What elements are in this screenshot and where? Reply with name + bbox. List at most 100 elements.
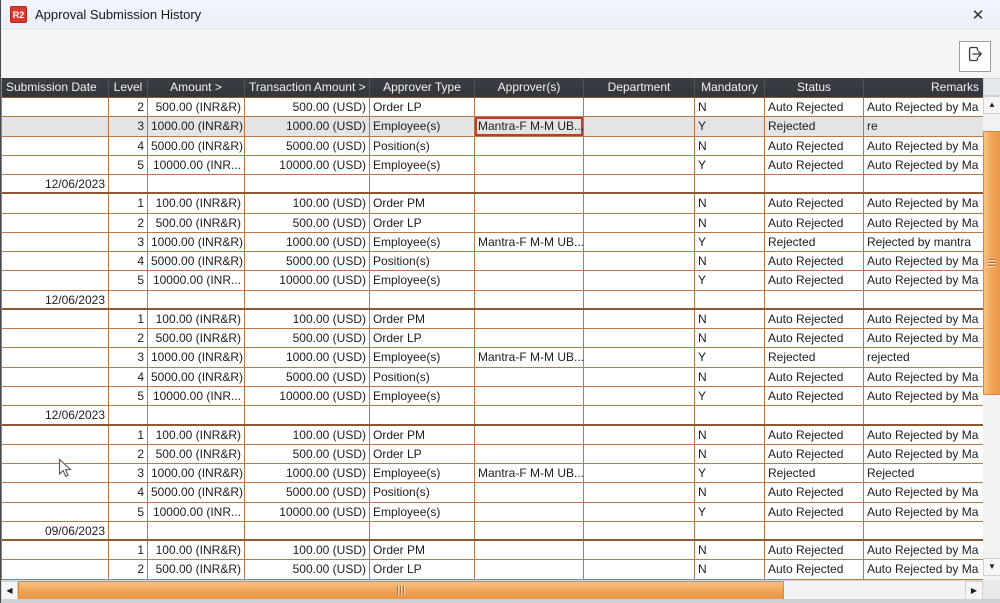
- cell-type[interactable]: Order LP: [370, 214, 475, 232]
- table-row[interactable]: 510000.00 (INR...10000.00 (USD)Employee(…: [2, 503, 983, 522]
- cell-txn[interactable]: 100.00 (USD): [245, 194, 370, 212]
- cell-type[interactable]: [370, 406, 475, 423]
- cell-date[interactable]: [2, 483, 109, 501]
- table-row[interactable]: 1100.00 (INR&R)100.00 (USD)Order PMNAuto…: [2, 194, 983, 213]
- cell-date[interactable]: [2, 98, 109, 116]
- cell-status[interactable]: Auto Rejected: [765, 329, 864, 347]
- cell-mandatory[interactable]: [695, 291, 765, 308]
- table-row[interactable]: 2500.00 (INR&R)500.00 (USD)Order LPNAuto…: [2, 98, 983, 117]
- cell-status[interactable]: Auto Rejected: [765, 368, 864, 386]
- cell-amount[interactable]: 10000.00 (INR...: [148, 387, 245, 405]
- cell-date[interactable]: [2, 445, 109, 463]
- cell-status[interactable]: Rejected: [765, 464, 864, 482]
- table-row[interactable]: 31000.00 (INR&R)1000.00 (USD)Employee(s)…: [2, 117, 983, 136]
- cell-txn[interactable]: 1000.00 (USD): [245, 348, 370, 366]
- cell-txn[interactable]: 10000.00 (USD): [245, 387, 370, 405]
- cell-mandatory[interactable]: Y: [695, 464, 765, 482]
- column-header-level[interactable]: Level: [109, 78, 148, 97]
- cell-status[interactable]: Auto Rejected: [765, 137, 864, 155]
- cell-amount[interactable]: 500.00 (INR&R): [148, 214, 245, 232]
- cell-date[interactable]: [2, 137, 109, 155]
- cell-remarks[interactable]: Auto Rejected by Ma: [864, 310, 983, 328]
- vertical-scroll-thumb[interactable]: [983, 131, 1000, 395]
- cell-txn[interactable]: 5000.00 (USD): [245, 137, 370, 155]
- cell-type[interactable]: Order PM: [370, 541, 475, 559]
- table-row[interactable]: 510000.00 (INR...10000.00 (USD)Employee(…: [2, 271, 983, 290]
- cell-amount[interactable]: 1000.00 (INR&R): [148, 233, 245, 251]
- vertical-scrollbar[interactable]: ▲ ▼: [983, 78, 1000, 580]
- cell-amount[interactable]: [148, 175, 245, 192]
- cell-dept[interactable]: [584, 406, 695, 423]
- column-header-mandatory[interactable]: Mandatory: [695, 78, 765, 97]
- cell-level[interactable]: 2: [109, 98, 148, 116]
- cell-dept[interactable]: [584, 503, 695, 521]
- cell-mandatory[interactable]: Y: [695, 348, 765, 366]
- date-row[interactable]: 12/06/2023: [2, 291, 983, 310]
- cell-level[interactable]: 3: [109, 464, 148, 482]
- cell-amount[interactable]: 10000.00 (INR...: [148, 156, 245, 174]
- cell-dept[interactable]: [584, 483, 695, 501]
- cell-level[interactable]: 4: [109, 483, 148, 501]
- table-row[interactable]: 1100.00 (INR&R)100.00 (USD)Order PMNAuto…: [2, 541, 983, 560]
- cell-level[interactable]: 1: [109, 194, 148, 212]
- cell-status[interactable]: Auto Rejected: [765, 214, 864, 232]
- cell-level[interactable]: 2: [109, 445, 148, 463]
- cell-txn[interactable]: 1000.00 (USD): [245, 464, 370, 482]
- cell-mandatory[interactable]: Y: [695, 117, 765, 135]
- cell-mandatory[interactable]: Y: [695, 503, 765, 521]
- cell-level[interactable]: 3: [109, 233, 148, 251]
- cell-level[interactable]: 2: [109, 329, 148, 347]
- cell-date[interactable]: 09/06/2023: [2, 522, 109, 539]
- cell-type[interactable]: Employee(s): [370, 503, 475, 521]
- cell-status[interactable]: Auto Rejected: [765, 560, 864, 578]
- cell-mandatory[interactable]: [695, 175, 765, 192]
- cell-dept[interactable]: [584, 137, 695, 155]
- cell-mandatory[interactable]: Y: [695, 233, 765, 251]
- cell-status[interactable]: Auto Rejected: [765, 541, 864, 559]
- horizontal-scroll-thumb[interactable]: [18, 581, 784, 600]
- cell-date[interactable]: [2, 348, 109, 366]
- cell-remarks[interactable]: re: [864, 117, 983, 135]
- cell-date[interactable]: 12/06/2023: [2, 291, 109, 308]
- cell-status[interactable]: Rejected: [765, 117, 864, 135]
- cell-status[interactable]: Auto Rejected: [765, 271, 864, 289]
- date-row[interactable]: 12/06/2023: [2, 175, 983, 194]
- cell-date[interactable]: [2, 252, 109, 270]
- cell-amount[interactable]: 10000.00 (INR...: [148, 503, 245, 521]
- cell-dept[interactable]: [584, 233, 695, 251]
- cell-level[interactable]: 2: [109, 560, 148, 578]
- cell-date[interactable]: [2, 368, 109, 386]
- cell-amount[interactable]: 500.00 (INR&R): [148, 560, 245, 578]
- table-row[interactable]: 31000.00 (INR&R)1000.00 (USD)Employee(s)…: [2, 464, 983, 483]
- cell-txn[interactable]: 10000.00 (USD): [245, 156, 370, 174]
- cell-date[interactable]: 12/06/2023: [2, 175, 109, 192]
- cell-remarks[interactable]: [864, 291, 983, 308]
- cell-approver[interactable]: [475, 310, 584, 328]
- column-header-type[interactable]: Approver Type: [370, 78, 475, 97]
- cell-dept[interactable]: [584, 252, 695, 270]
- cell-txn[interactable]: 100.00 (USD): [245, 310, 370, 328]
- scroll-down-icon[interactable]: ▼: [983, 558, 1000, 576]
- cell-txn[interactable]: 500.00 (USD): [245, 98, 370, 116]
- cell-type[interactable]: Position(s): [370, 483, 475, 501]
- cell-amount[interactable]: 100.00 (INR&R): [148, 194, 245, 212]
- cell-remarks[interactable]: Auto Rejected by Ma: [864, 541, 983, 559]
- cell-dept[interactable]: [584, 387, 695, 405]
- cell-type[interactable]: Order PM: [370, 310, 475, 328]
- cell-mandatory[interactable]: N: [695, 310, 765, 328]
- cell-remarks[interactable]: Rejected by mantra: [864, 233, 983, 251]
- cell-date[interactable]: [2, 503, 109, 521]
- cell-approver[interactable]: [475, 503, 584, 521]
- cell-dept[interactable]: [584, 560, 695, 578]
- cell-date[interactable]: 12/06/2023: [2, 406, 109, 423]
- cell-amount[interactable]: 100.00 (INR&R): [148, 310, 245, 328]
- cell-date[interactable]: [2, 117, 109, 135]
- cell-status[interactable]: Auto Rejected: [765, 387, 864, 405]
- cell-approver[interactable]: [475, 522, 584, 539]
- cell-level[interactable]: 4: [109, 368, 148, 386]
- cell-dept[interactable]: [584, 464, 695, 482]
- cell-status[interactable]: Auto Rejected: [765, 310, 864, 328]
- cell-amount[interactable]: [148, 522, 245, 539]
- cell-amount[interactable]: [148, 406, 245, 423]
- cell-status[interactable]: Auto Rejected: [765, 98, 864, 116]
